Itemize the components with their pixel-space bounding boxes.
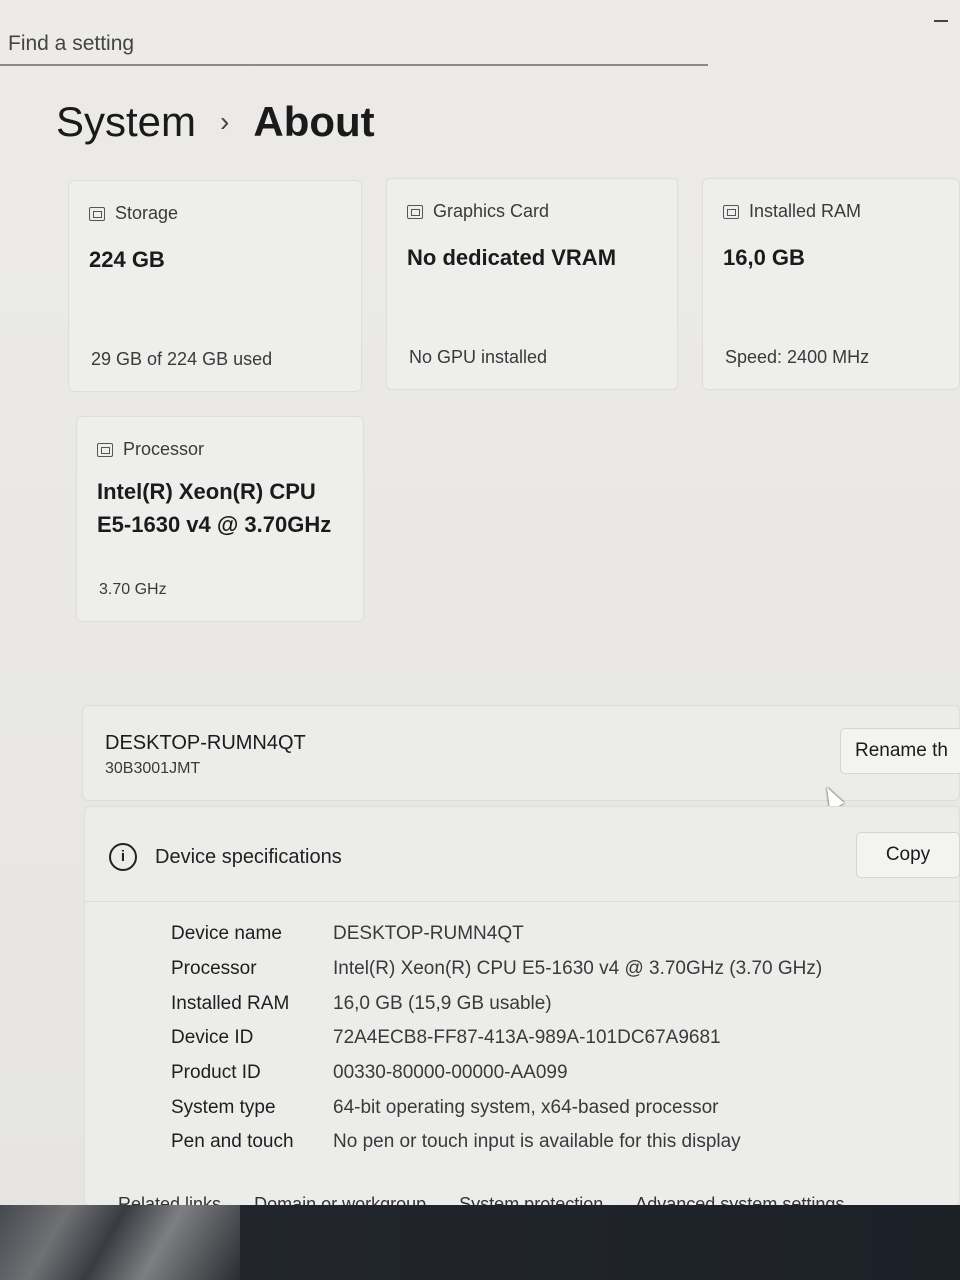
graphics-card-label: Graphics Card [433,201,550,221]
spec-row: Pen and touch No pen or touch input is av… [171,1125,822,1160]
spec-value: DESKTOP-RUMN4QT [333,923,524,945]
spec-value: 16,0 GB (15,9 GB usable) [333,992,552,1014]
ram-label: Installed RAM [749,201,862,221]
specs-table: Device name DESKTOP-RUMN4QT Processor Inte… [171,917,822,1160]
processor-value: Intel(R) Xeon(R) CPU E5-1630 v4 @ 3.70GH… [97,475,331,541]
spec-key: Processor [171,958,257,980]
device-specifications-panel: i Device specifications Device name DESKT… [84,806,960,1205]
ram-icon [723,204,739,219]
breadcrumb-system[interactable]: System [56,98,196,146]
processor-value-line1: Intel(R) Xeon(R) CPU [97,479,316,504]
spec-value: 72A4ECB8-FF87-413A-989A-101DC67A9681 [333,1027,721,1049]
link-advanced-system-settings[interactable]: Advanced system settings [635,1194,844,1205]
related-links-label: Related links [118,1194,222,1205]
processor-icon [97,442,113,457]
info-icon: i [109,843,137,871]
chevron-right-icon: › [220,106,230,137]
spec-key: Pen and touch [171,1131,294,1153]
spec-value: 64-bit operating system, x64-based proce… [333,1096,719,1118]
spec-key: Device name [171,923,282,945]
rename-button[interactable]: Rename th [840,728,960,774]
spec-value: No pen or touch input is available for t… [333,1131,741,1153]
settings-window: Find a setting System › About Storage 22… [0,0,960,1205]
divider [85,901,959,902]
storage-value: 224 GB [89,247,165,272]
graphics-card-card[interactable]: Graphics Card No dedicated VRAM No GPU i… [386,178,678,390]
ram-value: 16,0 GB [723,245,805,270]
copy-button[interactable]: Copy [856,832,960,878]
spec-row: Installed RAM 16,0 GB (15,9 GB usable) [171,986,822,1021]
search-input[interactable]: Find a setting [0,22,708,66]
taskbar [0,1205,960,1280]
storage-card[interactable]: Storage 224 GB 29 GB of 224 GB used [68,180,362,392]
spec-key: Installed RAM [171,992,290,1014]
processor-label: Processor [123,439,205,459]
spec-key: System type [171,1096,276,1118]
spec-row: System type 64-bit operating system, x64-… [171,1090,822,1125]
link-system-protection[interactable]: System protection [459,1194,603,1205]
processor-card[interactable]: Processor Intel(R) Xeon(R) CPU E5-1630 v… [76,416,364,622]
ram-detail: Speed: 2400 MHz [725,347,870,367]
spec-value: 00330-80000-00000-AA099 [333,1062,568,1084]
spec-row: Processor Intel(R) Xeon(R) CPU E5-1630 v4… [171,952,822,987]
spec-row: Device name DESKTOP-RUMN4QT [171,917,822,952]
minimize-button[interactable] [934,20,948,22]
link-domain-workgroup[interactable]: Domain or workgroup [254,1194,426,1205]
device-model: 30B3001JMT [105,760,201,777]
breadcrumb: System › About [56,98,375,146]
spec-value: Intel(R) Xeon(R) CPU E5-1630 v4 @ 3.70GH… [333,958,823,980]
page-title: About [253,98,375,145]
spec-row: Device ID 72A4ECB8-FF87-413A-989A-101DC67… [171,1021,822,1056]
graphics-card-value: No dedicated VRAM [407,245,617,270]
spec-key: Product ID [171,1062,261,1084]
processor-value-line2: E5-1630 v4 @ 3.70GHz [97,512,332,537]
storage-detail: 29 GB of 224 GB used [91,349,273,369]
graphics-card-icon [407,204,423,219]
specs-title[interactable]: Device specifications [155,846,342,869]
wallpaper [0,1205,240,1280]
processor-detail: 3.70 GHz [99,581,167,598]
spec-key: Device ID [171,1027,254,1049]
ram-card[interactable]: Installed RAM 16,0 GB Speed: 2400 MHz [702,178,960,390]
device-name: DESKTOP-RUMN4QT [105,732,306,754]
storage-icon [89,206,105,221]
storage-label: Storage [115,203,179,223]
spec-row: Product ID 00330-80000-00000-AA099 [171,1056,822,1091]
graphics-card-detail: No GPU installed [409,347,548,367]
related-links: Related links Domain or workgroup System… [118,1194,872,1205]
